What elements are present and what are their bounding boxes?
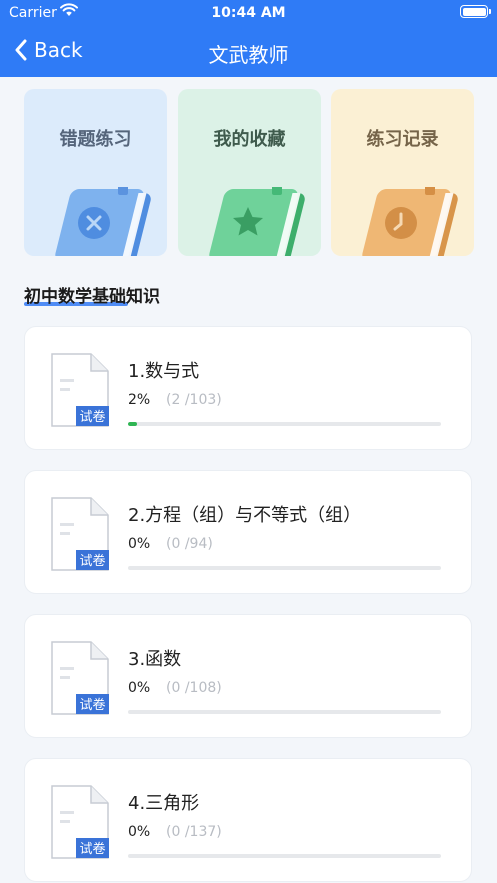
chapter-title: 4.三角形 bbox=[128, 793, 200, 814]
chapter-row-4[interactable]: 试卷 4.三角形 0% (0 /137) bbox=[24, 758, 472, 882]
chapter-title: 3.函数 bbox=[128, 649, 182, 670]
card-label: 我的收藏 bbox=[213, 129, 286, 150]
exam-paper-icon: 试卷 bbox=[51, 785, 109, 859]
exam-badge: 试卷 bbox=[79, 553, 105, 569]
chapter-percent: 0% bbox=[128, 680, 151, 696]
section-title: 初中数学基础知识 bbox=[24, 287, 160, 307]
chevron-left-icon bbox=[15, 39, 27, 61]
progress-fill bbox=[128, 422, 138, 426]
progress-bar bbox=[128, 422, 441, 426]
exam-paper-icon: 试卷 bbox=[51, 497, 109, 571]
progress-bar bbox=[128, 710, 441, 714]
card-label: 练习记录 bbox=[366, 129, 439, 150]
chapter-percent: 2% bbox=[128, 392, 151, 408]
exam-paper-icon: 试卷 bbox=[51, 641, 109, 715]
exam-paper-icon: 试卷 bbox=[51, 353, 109, 427]
exam-badge: 试卷 bbox=[79, 409, 105, 425]
chapter-count: (2 /103) bbox=[166, 392, 222, 408]
chapter-title: 2.方程（组）与不等式（组） bbox=[128, 505, 362, 526]
chapter-percent: 0% bbox=[128, 824, 151, 840]
progress-bar bbox=[128, 566, 441, 570]
book-clock-icon bbox=[362, 187, 458, 256]
status-bar: Carrier 10:44 AM bbox=[0, 0, 497, 26]
back-label: Back bbox=[34, 38, 83, 62]
back-button[interactable]: Back bbox=[14, 38, 83, 62]
chapter-percent: 0% bbox=[128, 536, 151, 552]
chapter-row-1[interactable]: 试卷 1.数与式 2% (2 /103) bbox=[24, 326, 472, 450]
chapter-count: (0 /94) bbox=[166, 536, 213, 552]
chapter-count: (0 /137) bbox=[166, 824, 222, 840]
card-wrong-questions[interactable]: 错题练习 bbox=[24, 89, 167, 256]
header: Carrier 10:44 AM Back 文武教师 bbox=[0, 0, 497, 77]
progress-bar bbox=[128, 854, 441, 858]
card-my-favorites[interactable]: 我的收藏 bbox=[178, 89, 321, 256]
chapter-title: 1.数与式 bbox=[128, 361, 200, 382]
chapter-row-2[interactable]: 试卷 2.方程（组）与不等式（组） 0% (0 /94) bbox=[24, 470, 472, 594]
card-label: 错题练习 bbox=[59, 129, 132, 150]
chapter-row-3[interactable]: 试卷 3.函数 0% (0 /108) bbox=[24, 614, 472, 738]
exam-badge: 试卷 bbox=[79, 841, 105, 857]
exam-badge: 试卷 bbox=[79, 697, 105, 713]
chapter-count: (0 /108) bbox=[166, 680, 222, 696]
book-star-icon bbox=[209, 187, 305, 256]
nav-bar: Back 文武教师 bbox=[0, 26, 497, 77]
book-x-icon bbox=[55, 187, 151, 256]
card-practice-records[interactable]: 练习记录 bbox=[331, 89, 474, 256]
status-time: 10:44 AM bbox=[211, 5, 286, 21]
battery-icon bbox=[460, 5, 491, 18]
